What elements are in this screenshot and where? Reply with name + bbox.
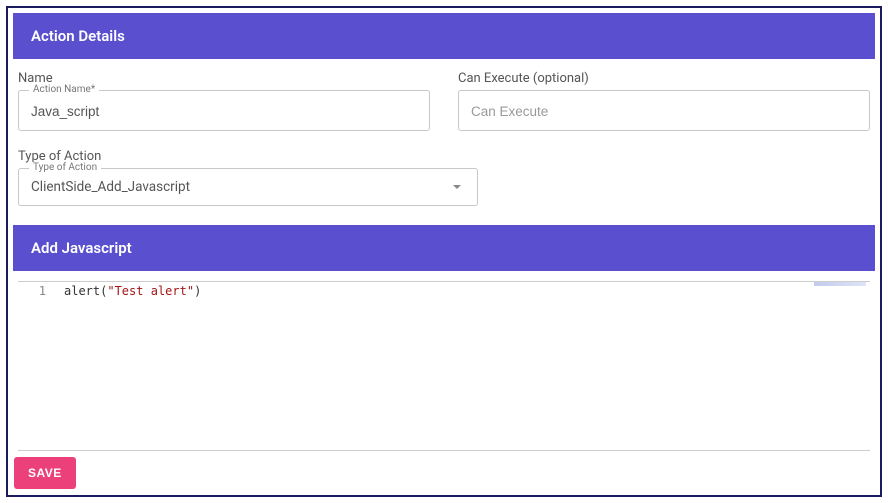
- field-group-name: Name Action Name*: [18, 71, 430, 131]
- token-function: alert: [64, 284, 100, 298]
- type-label: Type of Action: [18, 149, 870, 164]
- name-floating-label: Action Name*: [29, 84, 99, 95]
- name-input-wrap[interactable]: Action Name*: [18, 90, 430, 131]
- editor-line-1[interactable]: 1 alert("Test alert"): [18, 282, 870, 298]
- can-execute-input[interactable]: [471, 104, 857, 119]
- field-group-type: Type of Action Type of Action ClientSide…: [8, 141, 880, 220]
- code-editor[interactable]: 1 alert("Test alert"): [18, 281, 870, 451]
- code-content[interactable]: alert("Test alert"): [58, 284, 201, 298]
- section-header-action-details: Action Details: [13, 13, 875, 59]
- type-select[interactable]: Type of Action ClientSide_Add_Javascript: [18, 168, 478, 206]
- token-paren-close: ): [194, 284, 201, 298]
- section-title-add-js: Add Javascript: [31, 239, 132, 257]
- can-execute-input-wrap[interactable]: [458, 90, 870, 131]
- form-container: Action Details Name Action Name* Can Exe…: [6, 6, 882, 497]
- section-header-add-js: Add Javascript: [13, 225, 875, 271]
- action-name-input[interactable]: [31, 104, 417, 119]
- type-floating-label: Type of Action: [29, 162, 101, 173]
- line-number: 1: [18, 284, 58, 298]
- editor-minimap: [814, 282, 866, 286]
- footer: SAVE: [8, 451, 880, 495]
- form-row-name-execute: Name Action Name* Can Execute (optional): [8, 59, 880, 141]
- chevron-down-icon: [453, 185, 461, 189]
- field-group-can-execute: Can Execute (optional): [458, 71, 870, 131]
- type-select-value: ClientSide_Add_Javascript: [31, 179, 190, 195]
- save-button[interactable]: SAVE: [14, 457, 76, 489]
- token-string: "Test alert": [107, 284, 194, 298]
- can-execute-label: Can Execute (optional): [458, 71, 870, 86]
- section-title: Action Details: [31, 27, 125, 45]
